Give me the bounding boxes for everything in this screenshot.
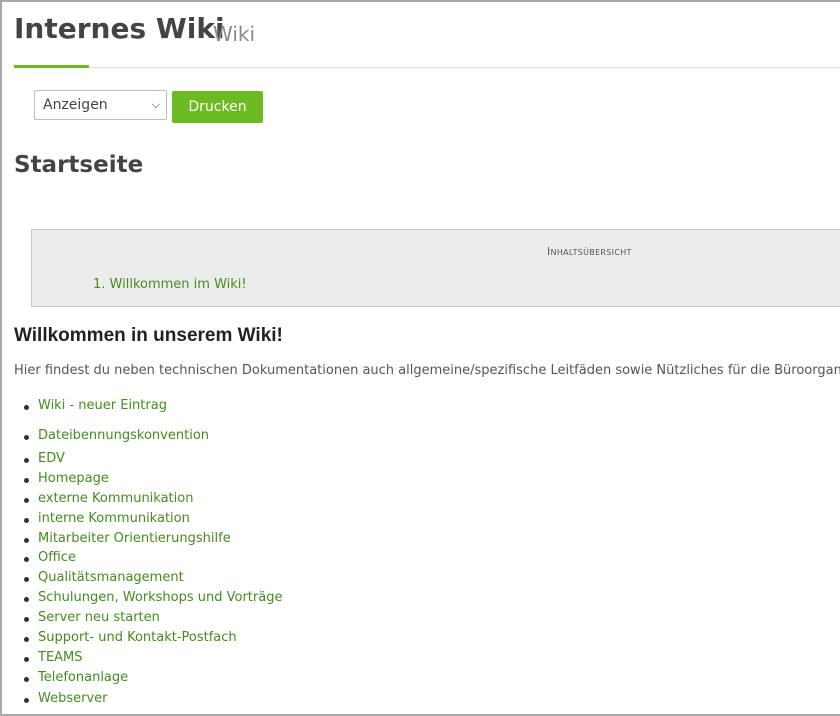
bullet-icon — [24, 657, 29, 662]
header: Internes Wiki Wiki — [14, 10, 840, 68]
bullet-icon — [24, 405, 29, 410]
toc-item[interactable]: 1. Willkommen im Wiki! — [93, 277, 247, 292]
header-accent-bar — [14, 65, 89, 68]
wiki-link[interactable]: EDV — [38, 451, 65, 466]
app-subtitle[interactable]: Wiki — [213, 22, 255, 46]
bullet-icon — [24, 637, 29, 642]
wiki-link[interactable]: Dateibennungskonvention — [38, 428, 209, 443]
table-of-contents: Inhaltsübersicht 1. Willkommen im Wiki! — [31, 229, 840, 307]
wiki-link[interactable]: Server neu starten — [38, 610, 160, 625]
wiki-link[interactable]: Support- und Kontakt-Postfach — [38, 630, 237, 645]
bullet-icon — [24, 577, 29, 582]
bullet-icon — [24, 557, 29, 562]
wiki-link[interactable]: Telefonanlage — [38, 670, 128, 685]
bullet-icon — [24, 458, 29, 463]
wiki-link[interactable]: externe Kommunikation — [38, 491, 193, 506]
wiki-link[interactable]: TEAMS — [38, 650, 83, 665]
welcome-heading: Willkommen in unserem Wiki! — [14, 325, 283, 346]
print-button[interactable]: Drucken — [172, 91, 263, 123]
bullet-icon — [24, 677, 29, 682]
app-title[interactable]: Internes Wiki — [14, 12, 225, 45]
wiki-link[interactable]: interne Kommunikation — [38, 511, 190, 526]
bullet-icon — [24, 617, 29, 622]
chevron-down-icon: ⌵ — [151, 98, 160, 111]
bullet-icon — [24, 478, 29, 483]
toc-title: Inhaltsübersicht — [547, 245, 632, 258]
intro-text: Hier findest du neben technischen Dokume… — [14, 363, 840, 378]
toc-item-number: 1. — [93, 277, 106, 292]
bullet-icon — [24, 498, 29, 503]
wiki-link[interactable]: Qualitätsmanagement — [38, 570, 184, 585]
view-select[interactable]: Anzeigen ⌵ — [34, 90, 167, 120]
bullet-icon — [24, 518, 29, 523]
page-title: Startseite — [14, 152, 144, 178]
bullet-icon — [24, 698, 29, 703]
wiki-link[interactable]: Office — [38, 550, 76, 565]
wiki-link[interactable]: Schulungen, Workshops und Vorträge — [38, 590, 282, 605]
wiki-link[interactable]: Wiki - neuer Eintrag — [38, 398, 167, 413]
wiki-link[interactable]: Homepage — [38, 471, 109, 486]
view-select-value: Anzeigen — [43, 97, 108, 113]
toc-item-label[interactable]: Willkommen im Wiki! — [110, 277, 247, 292]
header-divider — [14, 67, 840, 68]
wiki-window: Internes Wiki Wiki Anzeigen ⌵ Drucken St… — [0, 0, 840, 716]
wiki-link[interactable]: Mitarbeiter Orientierungshilfe — [38, 531, 231, 546]
bullet-icon — [24, 597, 29, 602]
bullet-icon — [24, 538, 29, 543]
wiki-link[interactable]: Webserver — [38, 691, 108, 706]
bullet-icon — [24, 435, 29, 440]
